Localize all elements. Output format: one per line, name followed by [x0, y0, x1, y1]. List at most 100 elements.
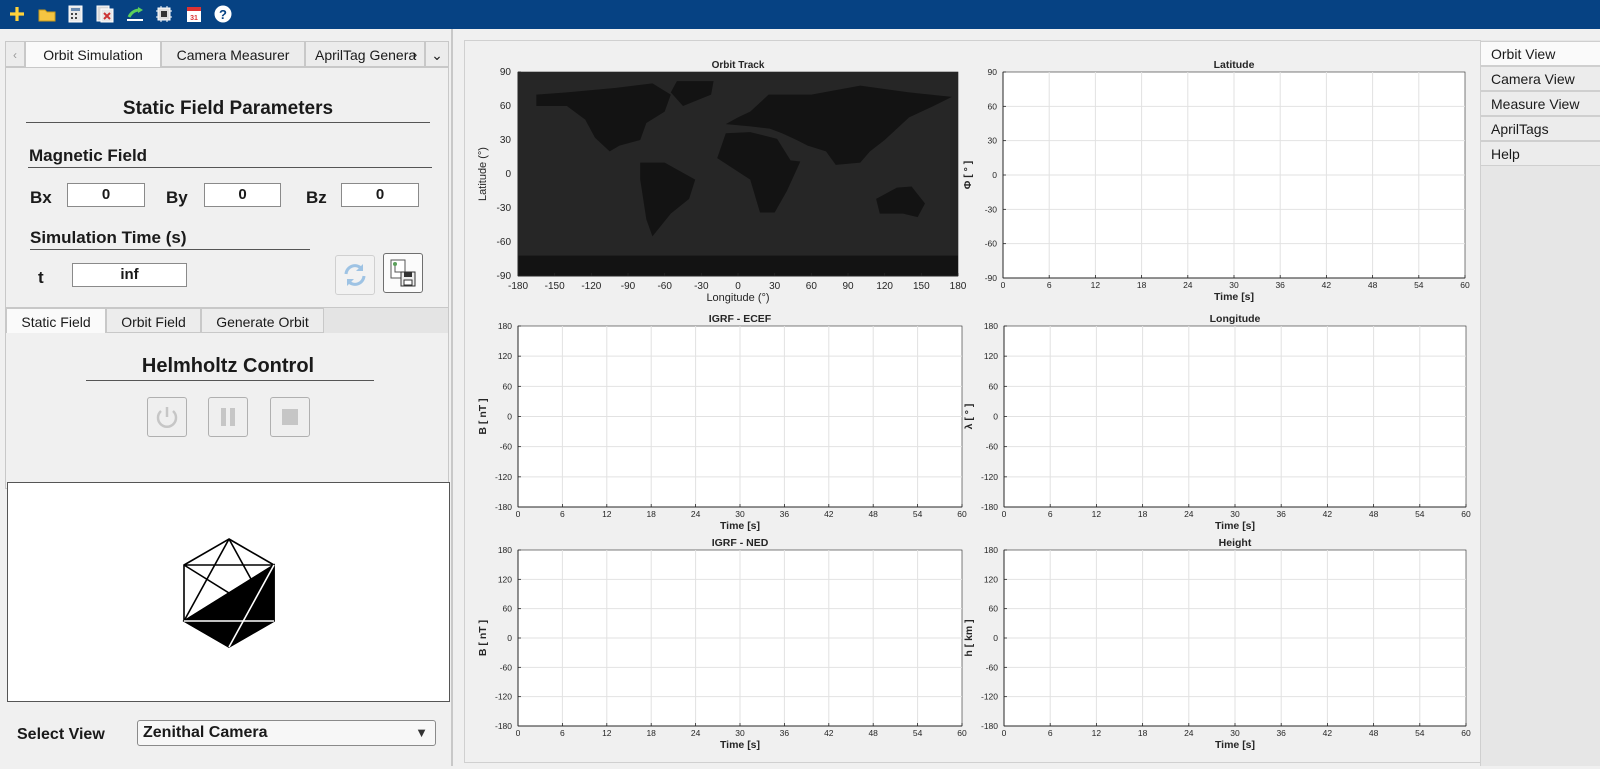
select-view-dropdown[interactable]: Zenithal Camera ▼ — [137, 720, 436, 746]
y-tick-label: -60 — [986, 662, 999, 672]
y-tick-label: -30 — [497, 203, 512, 214]
help-icon[interactable]: ? — [213, 4, 233, 24]
x-tick-label: 18 — [646, 728, 656, 738]
toolbar: 31 ? — [0, 0, 1600, 29]
x-tick-label: -60 — [657, 281, 672, 292]
bx-field[interactable]: 0 — [67, 183, 145, 207]
x-tick-label: 60 — [806, 281, 818, 292]
simulation-time-divider — [30, 249, 310, 250]
tab-camera-measurer[interactable]: Camera Measurer — [161, 41, 305, 67]
select-view-value: Zenithal Camera — [143, 724, 268, 741]
x-tick-label: 0 — [1001, 280, 1006, 290]
x-tick-label: 24 — [1184, 728, 1194, 738]
stop-icon — [282, 409, 298, 425]
y-axis-label: Latitude (°) — [477, 147, 489, 201]
y-axis-label: B [ nT ] — [477, 398, 489, 434]
x-tick-label: 0 — [1002, 728, 1007, 738]
x-axis-label: Time [s] — [1215, 520, 1255, 532]
y-tick-label: 60 — [503, 604, 513, 614]
power-icon — [156, 407, 178, 428]
chart-title: IGRF - NED — [712, 537, 769, 549]
tab-static-field[interactable]: Static Field — [6, 308, 106, 333]
y-tick-label: 30 — [988, 136, 998, 146]
tab-orbit-field[interactable]: Orbit Field — [106, 308, 201, 333]
calendar-icon[interactable]: 31 — [184, 4, 204, 24]
tab-camera-view[interactable]: Camera View — [1481, 66, 1600, 91]
helmholtz-title: Helmholtz Control — [141, 355, 315, 377]
open-folder-icon[interactable] — [37, 4, 57, 24]
x-tick-label: 0 — [1002, 509, 1007, 519]
export-icon[interactable] — [125, 4, 145, 24]
tab-measure-view[interactable]: Measure View — [1481, 91, 1600, 116]
x-tick-label: 30 — [1230, 509, 1240, 519]
magnetic-field-divider — [28, 167, 432, 168]
x-tick-label: 30 — [1229, 280, 1239, 290]
x-tick-label: 54 — [913, 509, 923, 519]
y-tick-label: 60 — [989, 381, 999, 391]
cube-icon — [182, 538, 275, 648]
x-tick-label: 6 — [560, 728, 565, 738]
y-tick-label: -180 — [495, 502, 512, 512]
x-tick-label: 24 — [691, 509, 701, 519]
tab-apriltags[interactable]: AprilTags — [1481, 116, 1600, 141]
pause-button[interactable] — [208, 397, 248, 437]
y-tick-label: -60 — [986, 442, 999, 452]
y-tick-label: -120 — [981, 472, 998, 482]
x-tick-label: 48 — [1368, 280, 1378, 290]
calculator-icon[interactable] — [66, 4, 86, 24]
tab-help[interactable]: Help — [1481, 141, 1600, 166]
y-tick-label: 0 — [507, 412, 512, 422]
x-tick-label: -180 — [508, 281, 528, 292]
chip-icon[interactable] — [154, 4, 174, 24]
add-icon[interactable] — [7, 4, 27, 24]
x-tick-label: 0 — [516, 509, 521, 519]
x-tick-label: 60 — [1460, 280, 1470, 290]
x-tick-label: 36 — [1275, 280, 1285, 290]
x-tick-label: 60 — [957, 728, 967, 738]
y-tick-label: -180 — [495, 721, 512, 731]
tab-generate-orbit[interactable]: Generate Orbit — [201, 308, 324, 333]
x-tick-label: 42 — [1323, 728, 1333, 738]
bz-field[interactable]: 0 — [341, 183, 419, 207]
t-field[interactable]: inf — [72, 263, 187, 287]
y-tick-label: -60 — [985, 239, 998, 249]
x-tick-label: 150 — [913, 281, 930, 292]
chart-title: Height — [1219, 537, 1252, 549]
x-tick-label: 18 — [1138, 728, 1148, 738]
x-tick-label: 30 — [769, 281, 781, 292]
x-tick-label: 6 — [1048, 509, 1053, 519]
x-axis-label: Time [s] — [1214, 291, 1254, 303]
stop-button[interactable] — [270, 397, 310, 437]
x-tick-label: 48 — [1369, 728, 1379, 738]
x-tick-label: 48 — [1369, 509, 1379, 519]
chart-0: -180 -150 -120 -90 -60 -30 0 30 60 90 120 150 180 90 6… — [477, 60, 967, 304]
refresh-icon — [344, 264, 366, 286]
power-button[interactable] — [147, 397, 187, 437]
tab-orbit-view[interactable]: Orbit View — [1481, 41, 1600, 66]
x-tick-label: 6 — [1047, 280, 1052, 290]
tab-scroll-right-icon[interactable]: › — [405, 41, 425, 67]
title-divider — [26, 122, 430, 123]
y-tick-label: 120 — [498, 351, 512, 361]
y-axis-label: h [ km ] — [963, 619, 975, 656]
y-tick-label: -60 — [497, 237, 512, 248]
y-tick-label: 0 — [505, 169, 511, 180]
bx-label: Bx — [30, 188, 52, 207]
refresh-button[interactable] — [335, 255, 375, 295]
by-label: By — [166, 188, 188, 207]
x-tick-label: 12 — [1091, 280, 1101, 290]
left-tabbar: ‹ Orbit Simulation Camera Measurer April… — [5, 41, 449, 68]
calculator-copy-icon[interactable] — [95, 4, 115, 24]
x-tick-label: 54 — [1415, 728, 1425, 738]
chevron-down-icon[interactable]: ⌄ — [425, 41, 449, 67]
save-icon — [390, 259, 416, 287]
by-field[interactable]: 0 — [204, 183, 281, 207]
tab-scroll-left-icon[interactable]: ‹ — [5, 41, 25, 67]
x-tick-label: 30 — [1230, 728, 1240, 738]
y-tick-label: 180 — [498, 545, 512, 555]
field-tabbar: Static Field Orbit Field Generate Orbit — [5, 307, 449, 334]
x-tick-label: 60 — [1461, 509, 1471, 519]
tab-orbit-simulation[interactable]: Orbit Simulation — [25, 41, 161, 67]
x-tick-label: 48 — [868, 728, 878, 738]
save-field-button[interactable] — [383, 253, 423, 293]
